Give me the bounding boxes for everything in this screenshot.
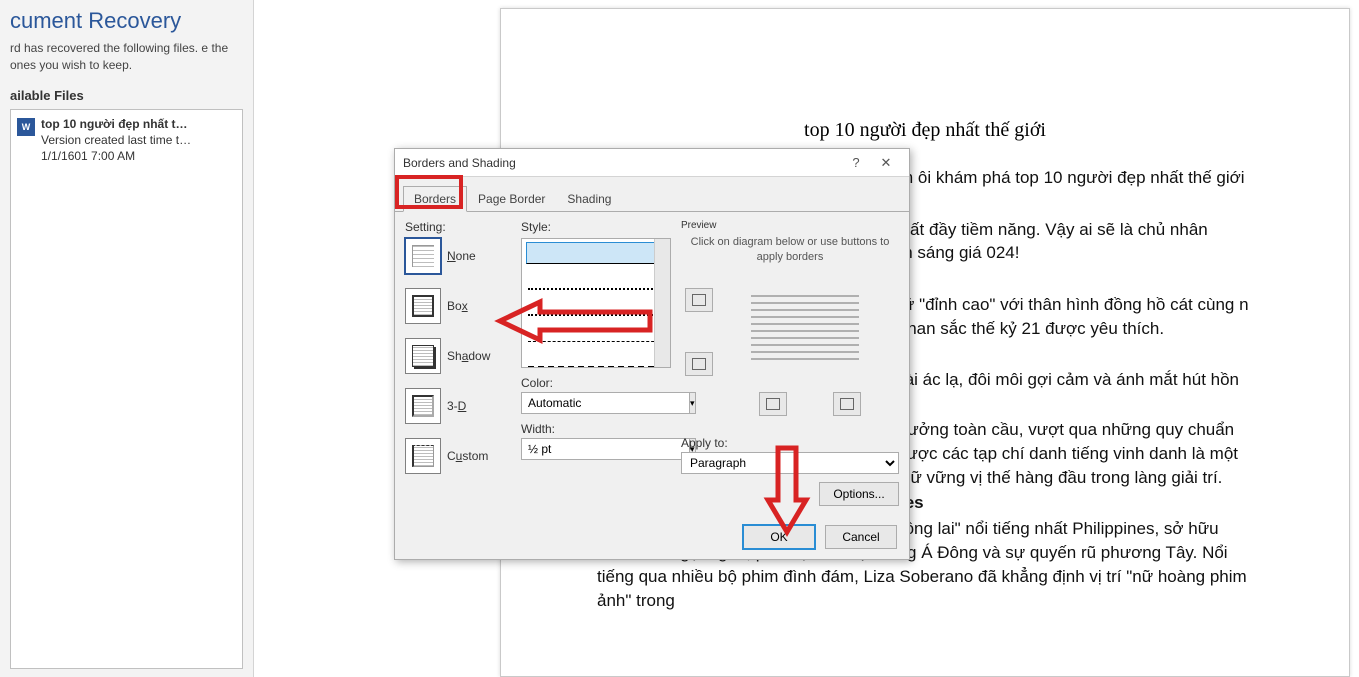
color-label: Color: (521, 376, 671, 390)
dialog-titlebar[interactable]: Borders and Shading ? ✕ (395, 149, 909, 177)
setting-custom-icon (405, 438, 441, 474)
border-bottom-button[interactable] (685, 352, 713, 376)
style-dotted-heavy[interactable] (528, 294, 664, 316)
tab-shading[interactable]: Shading (556, 186, 622, 212)
setting-box[interactable]: Box (405, 288, 511, 324)
setting-custom[interactable]: Custom (405, 438, 511, 474)
file-name: top 10 người đẹp nhất t… (41, 116, 191, 132)
style-dotted[interactable] (528, 268, 664, 290)
help-icon[interactable]: ? (841, 155, 871, 170)
style-dash[interactable] (528, 320, 664, 342)
style-dash-heavy[interactable] (528, 346, 664, 368)
apply-to-label: Apply to: (681, 436, 899, 450)
ok-button[interactable]: OK (743, 525, 815, 549)
setting-shadow-icon (405, 338, 441, 374)
available-files-list: W top 10 người đẹp nhất t… Version creat… (10, 109, 243, 669)
style-solid[interactable] (526, 242, 666, 264)
border-style-list[interactable] (521, 238, 671, 368)
tab-borders[interactable]: Borders (403, 186, 467, 212)
setting-shadow[interactable]: Shadow (405, 338, 511, 374)
close-icon[interactable]: ✕ (871, 155, 901, 171)
cancel-button[interactable]: Cancel (825, 525, 897, 549)
width-combo[interactable] (521, 438, 690, 460)
setting-label: Setting: (405, 220, 511, 234)
setting-3d-icon (405, 388, 441, 424)
dialog-title: Borders and Shading (403, 156, 841, 170)
setting-box-label: Box (447, 299, 468, 313)
border-left-button[interactable] (759, 392, 787, 416)
file-version: Version created last time t… (41, 132, 191, 148)
preview-paragraph (751, 290, 859, 360)
dialog-tabstrip: Borders Page Border Shading (395, 177, 909, 211)
setting-none[interactable]: None (405, 238, 511, 274)
preview-hint: Click on diagram below or use buttons to… (681, 235, 899, 266)
doc-title: top 10 người đẹp nhất thế giới (597, 119, 1253, 142)
border-right-button[interactable] (833, 392, 861, 416)
width-label: Width: (521, 422, 671, 436)
word-file-icon: W (17, 118, 35, 136)
setting-3d-label: 3-D (447, 399, 466, 413)
apply-to-select[interactable]: Paragraph (681, 452, 899, 474)
recovered-file-item[interactable]: W top 10 người đẹp nhất t… Version creat… (15, 114, 238, 167)
preview-diagram[interactable] (681, 272, 899, 422)
tab-page-border[interactable]: Page Border (467, 186, 556, 212)
setting-shadow-label: Shadow (447, 349, 490, 363)
setting-custom-label: Custom (447, 449, 488, 463)
recovery-subtitle: rd has recovered the following files. e … (10, 40, 243, 74)
available-files-heading: ailable Files (10, 88, 243, 103)
setting-3d[interactable]: 3-D (405, 388, 511, 424)
document-recovery-pane: cument Recovery rd has recovered the fol… (0, 0, 254, 677)
options-button[interactable]: Options... (819, 482, 899, 506)
setting-none-label: None (447, 249, 476, 263)
border-top-button[interactable] (685, 288, 713, 312)
style-label: Style: (521, 220, 671, 234)
borders-shading-dialog: Borders and Shading ? ✕ Borders Page Bor… (394, 148, 910, 560)
style-scrollbar[interactable] (654, 239, 670, 367)
setting-box-icon (405, 288, 441, 324)
file-date: 1/1/1601 7:00 AM (41, 148, 191, 164)
recovery-title: cument Recovery (10, 8, 243, 34)
color-combo[interactable] (521, 392, 690, 414)
setting-none-icon (405, 238, 441, 274)
preview-label: Preview (681, 220, 899, 231)
